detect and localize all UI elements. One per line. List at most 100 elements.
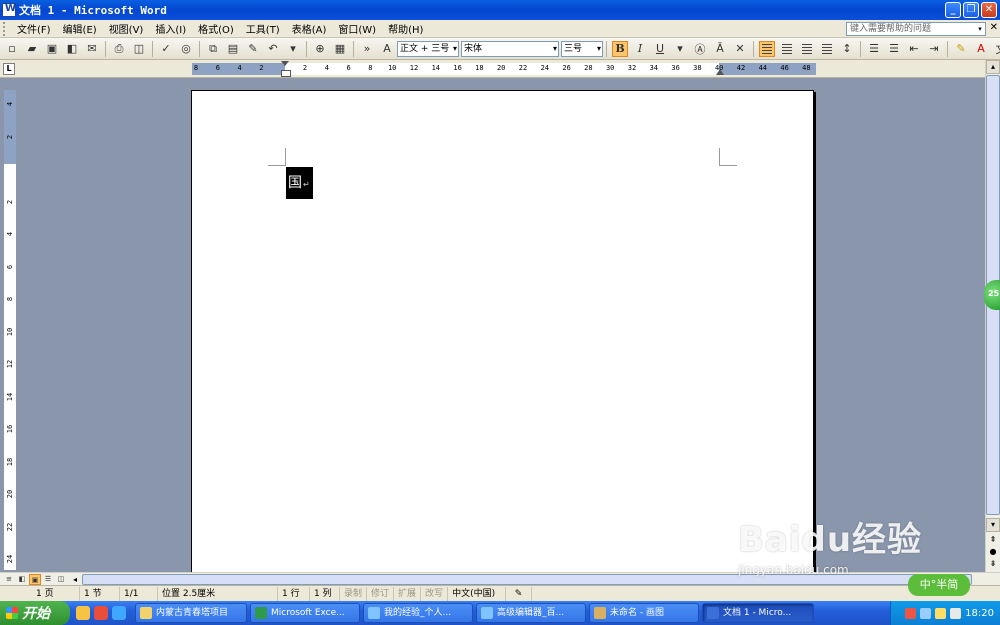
print-preview-icon[interactable]: ◫	[131, 41, 147, 57]
new-document-icon[interactable]: ▫	[4, 41, 20, 57]
align-right-button[interactable]	[799, 41, 815, 57]
chevron-down-icon[interactable]: ▾	[285, 41, 301, 57]
numbering-icon[interactable]: ☰	[866, 41, 882, 57]
quicklaunch-app-icon[interactable]	[76, 606, 90, 620]
research-icon[interactable]: ◎	[178, 41, 194, 57]
help-search-input[interactable]: 键入需要帮助的问题 ▾	[846, 22, 986, 36]
chevron-down-icon[interactable]: ▾	[672, 41, 688, 57]
phonetic-guide-icon[interactable]: 文	[993, 41, 1000, 57]
email-icon[interactable]: ✉	[84, 41, 100, 57]
vertical-scrollbar[interactable]: ▴ ▾ ⇞ ● ⇟	[985, 60, 1000, 572]
reading-view-icon[interactable]: ◫	[55, 574, 67, 585]
status-rec[interactable]: 录制	[340, 586, 368, 601]
copy-icon[interactable]: ⧉	[205, 41, 221, 57]
normal-view-icon[interactable]: ≡	[3, 574, 15, 585]
menu-table[interactable]: 表格(A)	[286, 21, 333, 36]
menu-edit[interactable]: 编辑(E)	[57, 21, 103, 36]
quicklaunch-ie-icon[interactable]	[112, 606, 126, 620]
menu-insert[interactable]: 插入(I)	[149, 21, 192, 36]
ime-indicator[interactable]: 中°半简	[908, 574, 970, 596]
table-icon[interactable]: ▦	[332, 41, 348, 57]
scroll-left-arrow[interactable]: ◂	[70, 574, 80, 585]
close-button[interactable]: ✕	[981, 2, 997, 18]
line-spacing-icon[interactable]: ↕	[839, 41, 855, 57]
font-color-icon[interactable]: A	[973, 41, 989, 57]
decrease-indent-icon[interactable]: ⇤	[906, 41, 922, 57]
web-view-icon[interactable]: ◧	[16, 574, 28, 585]
open-folder-icon[interactable]: ▰	[24, 41, 40, 57]
underline-button[interactable]: U	[652, 41, 668, 57]
spelling-icon[interactable]: ✓	[158, 41, 174, 57]
taskbar-item[interactable]: 我的经验_个人...	[363, 603, 473, 623]
bullets-icon[interactable]: ☰	[886, 41, 902, 57]
document-close-icon[interactable]: ✕	[990, 22, 998, 33]
format-painter-icon[interactable]: ✎	[245, 41, 261, 57]
permission-icon[interactable]: ◧	[64, 41, 80, 57]
style-select[interactable]: 正文 + 三号	[397, 40, 459, 57]
prev-page-icon[interactable]: ⇞	[986, 534, 1000, 545]
justify-button[interactable]	[819, 41, 835, 57]
start-button[interactable]: 开始	[0, 601, 70, 625]
minimize-button[interactable]: _	[945, 2, 961, 18]
toolbar-options-icon[interactable]: »	[359, 41, 375, 57]
horizontal-ruler[interactable]: 8 6 4 2 2 4 6 8 10 12 14 16 18 20 22 24 26 28 30 32 34 36 38 40…	[192, 61, 816, 77]
char-shading-icon[interactable]: Ā	[712, 41, 728, 57]
highlight-icon[interactable]: ✎	[953, 41, 969, 57]
save-icon[interactable]: ▣	[44, 41, 60, 57]
chevron-down-icon[interactable]: ▾	[975, 23, 985, 35]
styles-icon[interactable]: A	[379, 41, 395, 57]
tab-selector[interactable]: L	[3, 63, 15, 75]
indent-marker[interactable]	[281, 61, 291, 77]
scroll-down-arrow[interactable]: ▾	[986, 518, 1000, 532]
increase-indent-icon[interactable]: ⇥	[926, 41, 942, 57]
browse-object-icon[interactable]: ●	[986, 546, 1000, 557]
menu-view[interactable]: 视图(V)	[103, 21, 150, 36]
volume-icon[interactable]	[950, 607, 962, 619]
undo-icon[interactable]: ↶	[265, 41, 281, 57]
scroll-up-arrow[interactable]: ▴	[986, 60, 1000, 74]
word-app-icon[interactable]	[2, 3, 16, 17]
taskbar-item-active[interactable]: 文档 1 - Micro...	[702, 603, 814, 623]
menu-format[interactable]: 格式(O)	[192, 21, 240, 36]
spelling-status-icon[interactable]: ✎	[506, 586, 533, 601]
hscroll-thumb[interactable]	[82, 574, 972, 585]
hyperlink-icon[interactable]: ⊕	[312, 41, 328, 57]
print-icon[interactable]: ⎙	[111, 41, 127, 57]
menu-window[interactable]: 窗口(W)	[332, 21, 382, 36]
vertical-ruler[interactable]: 4 2 2 4 6 8 10 12 14 16 18 20 22 24	[4, 90, 16, 570]
ruler-tick: 24	[540, 64, 550, 72]
char-border-icon[interactable]: Ⓐ	[692, 41, 708, 57]
status-ext[interactable]: 扩展	[394, 586, 422, 601]
taskbar-item[interactable]: 内蒙古青春塔项目	[135, 603, 247, 623]
status-trk[interactable]: 修订	[367, 586, 395, 601]
document-page[interactable]: 国↵	[191, 90, 814, 580]
tray-app-icon[interactable]	[935, 607, 947, 619]
restore-button[interactable]: ❐	[963, 2, 979, 18]
horizontal-scrollbar[interactable]: ≡ ◧ ▣ ☰ ◫ ◂	[0, 572, 1000, 585]
outline-view-icon[interactable]: ☰	[42, 574, 54, 585]
char-scale-icon[interactable]: ✕	[732, 41, 748, 57]
taskbar-item[interactable]: 未命名 - 画图	[589, 603, 699, 623]
font-size-select[interactable]: 三号	[561, 40, 603, 57]
font-select[interactable]: 宋体	[461, 40, 559, 57]
tray-app-icon[interactable]	[905, 607, 917, 619]
selected-text[interactable]: 国↵	[286, 167, 313, 199]
floating-badge[interactable]: 25	[984, 280, 1000, 310]
status-ovr[interactable]: 改写	[421, 586, 449, 601]
taskbar-item[interactable]: Microsoft Exce...	[250, 603, 360, 623]
menubar-grip[interactable]	[3, 21, 7, 36]
align-left-button[interactable]	[759, 40, 775, 57]
align-center-button[interactable]	[779, 41, 795, 57]
italic-button[interactable]: I	[632, 41, 648, 57]
menu-tools[interactable]: 工具(T)	[240, 21, 286, 36]
quicklaunch-app-icon[interactable]	[94, 606, 108, 620]
menu-help[interactable]: 帮助(H)	[382, 21, 429, 36]
bold-button[interactable]: B	[612, 40, 628, 57]
taskbar-item[interactable]: 高级编辑器_百...	[476, 603, 586, 623]
paste-icon[interactable]: ▤	[225, 41, 241, 57]
tray-app-icon[interactable]	[920, 607, 932, 619]
menu-file[interactable]: 文件(F)	[11, 21, 57, 36]
separator	[606, 40, 607, 57]
next-page-icon[interactable]: ⇟	[986, 558, 1000, 569]
print-layout-icon[interactable]: ▣	[29, 574, 41, 585]
